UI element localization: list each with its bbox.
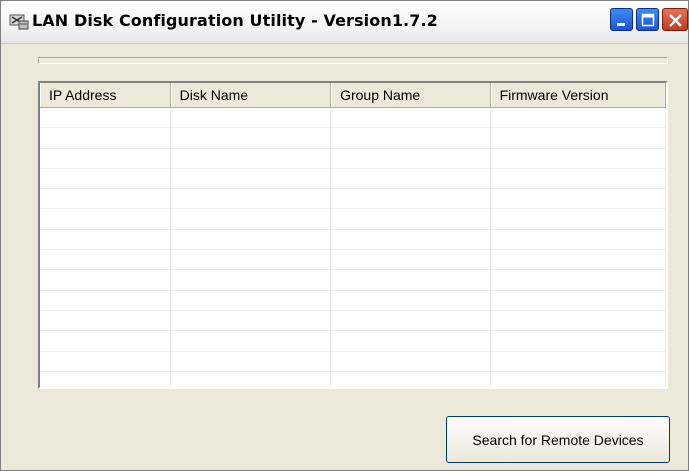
table-cell (331, 371, 491, 387)
table-cell (331, 229, 491, 250)
table-cell (491, 290, 666, 310)
table-cell (40, 168, 171, 189)
title-bar[interactable]: LAN Disk Configuration Utility - Version… (1, 1, 688, 44)
table-cell (491, 310, 666, 331)
table-cell (40, 371, 171, 387)
table-cell (491, 331, 666, 351)
column-header-ip-address[interactable]: IP Address (40, 83, 171, 107)
table-cell (171, 290, 332, 310)
close-icon (669, 14, 682, 27)
maximize-button[interactable] (636, 8, 659, 31)
table-cell (40, 229, 171, 250)
table-cell (491, 168, 666, 189)
network-disk-icon (9, 12, 29, 30)
table-cell (331, 310, 491, 331)
app-window: LAN Disk Configuration Utility - Version… (0, 0, 689, 471)
table-cell (171, 189, 332, 209)
table-row[interactable] (40, 250, 666, 271)
table-cell (491, 371, 666, 387)
scan-progress-bar (38, 57, 668, 64)
table-cell (40, 290, 171, 310)
table-cell (171, 148, 332, 168)
table-cell (40, 209, 171, 229)
minimize-button[interactable] (610, 8, 633, 31)
table-row[interactable] (40, 168, 666, 190)
table-cell (40, 189, 171, 209)
table-cell (491, 209, 666, 229)
table-cell (40, 310, 171, 331)
table-cell (331, 351, 491, 371)
table-row[interactable] (40, 148, 666, 169)
column-header-group-name[interactable]: Group Name (331, 83, 491, 107)
table-row[interactable] (40, 270, 666, 291)
table-row[interactable] (40, 310, 666, 332)
table-cell (331, 128, 491, 148)
table-cell (171, 331, 332, 351)
table-cell (331, 331, 491, 351)
column-header-disk-name[interactable]: Disk Name (170, 83, 332, 107)
table-cell (491, 250, 666, 270)
table-cell (171, 310, 332, 331)
table-cell (171, 250, 332, 270)
table-cell (171, 128, 332, 148)
table-cell (491, 229, 666, 250)
table-cell (491, 108, 666, 128)
table-cell (491, 270, 666, 290)
table-cell (171, 108, 332, 128)
table-cell (331, 168, 491, 189)
table-row[interactable] (40, 351, 666, 372)
table-cell (40, 128, 171, 148)
table-cell (331, 108, 491, 128)
table-cell (331, 250, 491, 270)
table-cell (171, 168, 332, 189)
table-cell (40, 148, 171, 168)
table-row[interactable] (40, 371, 666, 387)
maximize-icon (641, 13, 655, 27)
table-cell (40, 250, 171, 270)
table-row[interactable] (40, 128, 666, 149)
list-rows (40, 108, 666, 387)
table-cell (491, 128, 666, 148)
table-row[interactable] (40, 331, 666, 352)
table-cell (331, 189, 491, 209)
minimize-icon (617, 23, 625, 26)
table-cell (331, 270, 491, 290)
table-cell (331, 290, 491, 310)
table-row[interactable] (40, 189, 666, 210)
close-button[interactable] (662, 8, 688, 31)
table-cell (491, 189, 666, 209)
table-cell (331, 209, 491, 229)
device-list[interactable]: IP Address Disk Name Group Name Firmware… (38, 81, 668, 389)
table-cell (40, 331, 171, 351)
table-cell (40, 351, 171, 371)
table-cell (40, 108, 171, 128)
table-cell (40, 270, 171, 290)
table-cell (171, 229, 332, 250)
table-cell (171, 371, 332, 387)
table-row[interactable] (40, 108, 666, 129)
search-remote-devices-button[interactable]: Search for Remote Devices (446, 416, 670, 463)
table-cell (491, 351, 666, 371)
table-cell (171, 351, 332, 371)
table-row[interactable] (40, 229, 666, 251)
table-cell (331, 148, 491, 168)
table-cell (491, 148, 666, 168)
list-header: IP Address Disk Name Group Name Firmware… (40, 83, 666, 108)
table-row[interactable] (40, 290, 666, 311)
table-cell (171, 209, 332, 229)
column-header-firmware-version[interactable]: Firmware Version (490, 83, 666, 107)
table-row[interactable] (40, 209, 666, 230)
window-title: LAN Disk Configuration Utility - Version… (32, 11, 438, 30)
table-cell (171, 270, 332, 290)
